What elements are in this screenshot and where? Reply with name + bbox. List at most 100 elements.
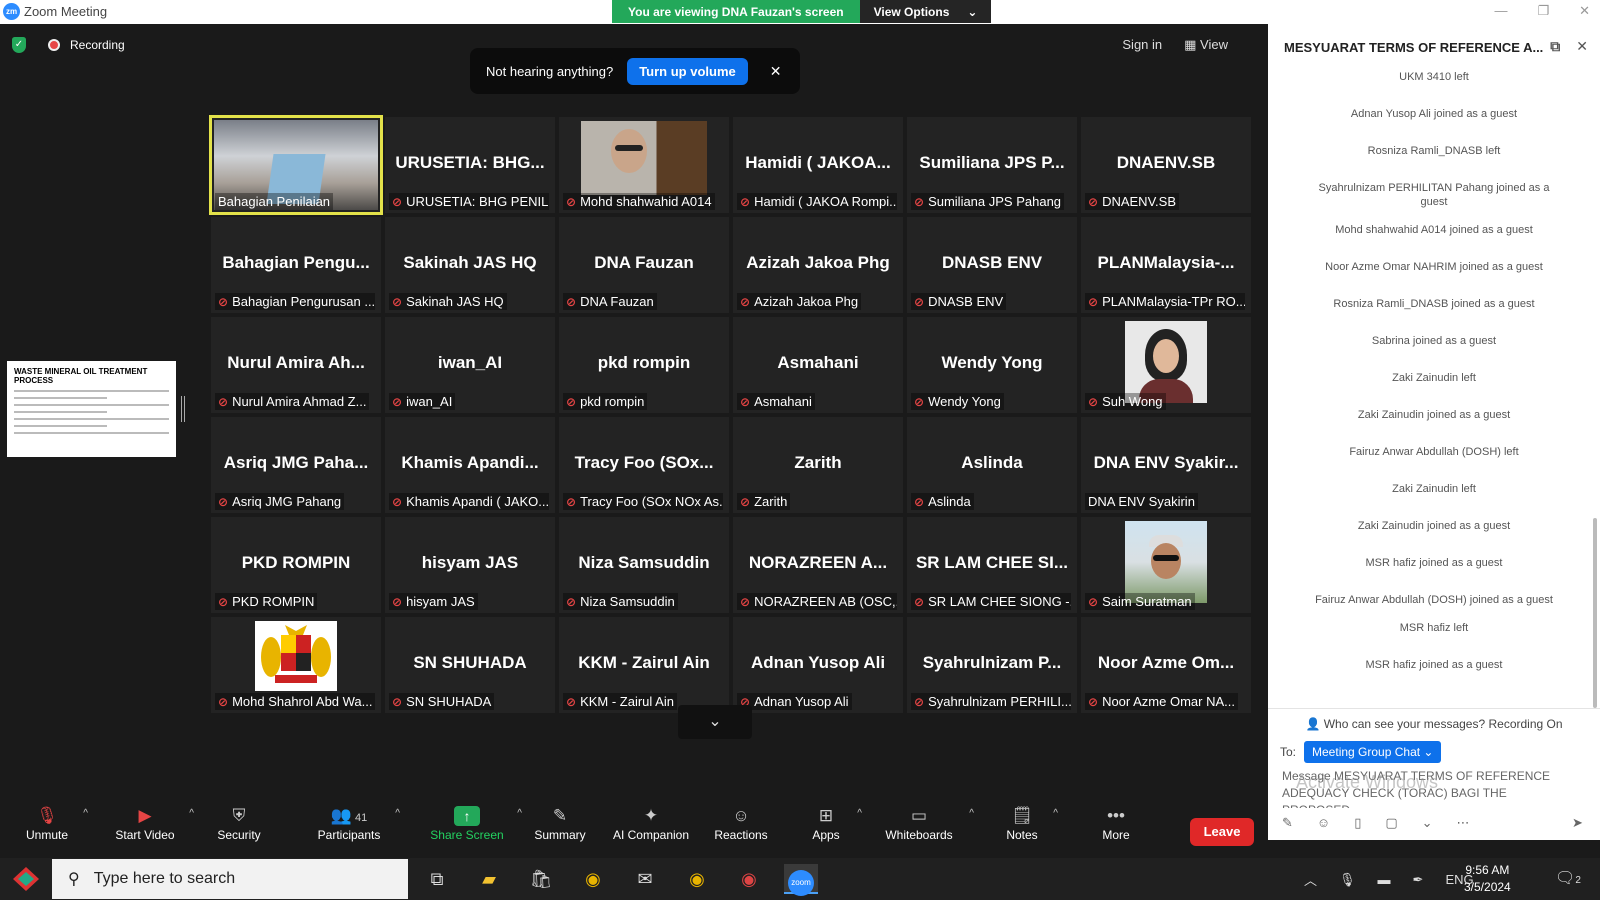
chrome-profile-r-icon[interactable]: ◉	[732, 864, 766, 894]
participant-tile[interactable]: DNA Fauzan ⊘ DNA Fauzan	[559, 217, 729, 313]
emoji-icon[interactable]: ☺	[1317, 815, 1330, 831]
file-explorer-icon[interactable]: ▰	[472, 864, 506, 894]
minimize-icon[interactable]: —	[1494, 3, 1507, 19]
participant-tile[interactable]: Bahagian Pengu... ⊘ Bahagian Pengurusan ..…	[211, 217, 381, 313]
participants-button[interactable]: 👥 41 Participants ^	[314, 804, 400, 842]
caret-up-icon[interactable]: ^	[83, 808, 88, 819]
shared-screen-thumbnail[interactable]: WASTE MINERAL OIL TREATMENT PROCESS	[7, 361, 176, 457]
microphone-icon[interactable]: 🎙	[1339, 872, 1356, 888]
participant-name: Asriq JMG Pahang	[232, 494, 342, 509]
participant-tile[interactable]: iwan_AI ⊘ iwan_AI	[385, 317, 555, 413]
pen-icon[interactable]: ✒	[1413, 872, 1424, 888]
recipient-dropdown[interactable]: Meeting Group Chat ⌄	[1304, 741, 1442, 763]
apps-button[interactable]: ⊞ Apps ^	[806, 804, 862, 842]
caret-up-icon[interactable]: ^	[395, 808, 400, 819]
unmute-button[interactable]: 🎙 Unmute ^	[22, 804, 88, 842]
screenshot-icon[interactable]: ▢	[1385, 815, 1397, 831]
whiteboards-button[interactable]: ▭ Whiteboards ^	[880, 804, 974, 842]
share-screen-button[interactable]: ↑ Share Screen ^	[428, 804, 522, 842]
participant-tile[interactable]: KKM - Zairul Ain ⊘ KKM - Zairul Ain	[559, 617, 729, 713]
participant-tile[interactable]: Asmahani ⊘ Asmahani	[733, 317, 903, 413]
security-button[interactable]: ⛨ Security	[214, 804, 264, 842]
participant-tile[interactable]: pkd rompin ⊘ pkd rompin	[559, 317, 729, 413]
participant-tile[interactable]: PLANMalaysia-... ⊘ PLANMalaysia-TPr RO...	[1081, 217, 1251, 313]
participant-tile[interactable]: ⊘ Mohd shahwahid A014	[559, 117, 729, 213]
caret-up-icon[interactable]: ^	[857, 808, 862, 819]
clock[interactable]: 9:56 AM 3/5/2024	[1464, 862, 1511, 896]
resize-handle[interactable]	[181, 396, 185, 422]
pop-out-icon[interactable]: ⧉	[1550, 38, 1560, 55]
participant-tile[interactable]: DNA ENV Syakir... DNA ENV Syakirin	[1081, 417, 1251, 513]
close-icon[interactable]: ✕	[770, 63, 782, 80]
view-options-button[interactable]: View Options ⌄	[859, 0, 992, 23]
participant-tile[interactable]: Asriq JMG Paha... ⊘ Asriq JMG Pahang	[211, 417, 381, 513]
file-icon[interactable]: ▯	[1354, 815, 1361, 831]
sign-in-button[interactable]: Sign in	[1122, 37, 1162, 53]
participant-tile[interactable]: Tracy Foo (SOx... ⊘ Tracy Foo (SOx NOx As.…	[559, 417, 729, 513]
turn-up-volume-button[interactable]: Turn up volume	[627, 57, 748, 85]
chat-scrollbar[interactable]	[1593, 518, 1597, 708]
close-icon[interactable]: ✕	[1576, 38, 1588, 55]
participant-name-display: Noor Azme Om...	[1097, 653, 1235, 672]
start-menu-icon[interactable]	[6, 864, 46, 894]
participant-tile[interactable]: Bahagian Penilaian	[209, 115, 383, 215]
summary-button[interactable]: ✎ Summary	[530, 804, 590, 842]
task-view-icon[interactable]: ⧉	[420, 864, 454, 894]
notes-button[interactable]: 🗒 Notes ^	[1002, 804, 1058, 842]
encryption-shield-icon[interactable]: ✓	[12, 37, 26, 53]
chrome-icon[interactable]: ◉	[576, 864, 610, 894]
next-page-chevron-icon[interactable]: ⌄	[678, 705, 752, 739]
participant-tile[interactable]: Adnan Yusop Ali ⊘ Adnan Yusop Ali	[733, 617, 903, 713]
reactions-button[interactable]: ☺ Reactions	[710, 804, 772, 842]
participant-tile[interactable]: Niza Samsuddin ⊘ Niza Samsuddin	[559, 517, 729, 613]
participant-tile[interactable]: Zarith ⊘ Zarith	[733, 417, 903, 513]
participant-tile[interactable]: ⊘ Suh Wong	[1081, 317, 1251, 413]
participant-tile[interactable]: SN SHUHADA ⊘ SN SHUHADA	[385, 617, 555, 713]
more-button[interactable]: ••• More	[1096, 804, 1136, 842]
participant-tile[interactable]: DNASB ENV ⊘ DNASB ENV	[907, 217, 1077, 313]
chevron-up-icon[interactable]: ︿	[1304, 870, 1317, 889]
view-button[interactable]: ▦ View	[1184, 37, 1228, 53]
send-icon[interactable]: ➤	[1572, 815, 1583, 831]
start-video-button[interactable]: ▶ Start Video ^	[112, 804, 194, 842]
participant-tile[interactable]: Azizah Jakoa Phg ⊘ Azizah Jakoa Phg	[733, 217, 903, 313]
participant-tile[interactable]: Hamidi ( JAKOA... ⊘ Hamidi ( JAKOA Rompi..…	[733, 117, 903, 213]
participant-tile[interactable]: Noor Azme Om... ⊘ Noor Azme Omar NA...	[1081, 617, 1251, 713]
participant-tile[interactable]: hisyam JAS ⊘ hisyam JAS	[385, 517, 555, 613]
participant-tile[interactable]: SR LAM CHEE SI... ⊘ SR LAM CHEE SIONG -...	[907, 517, 1077, 613]
caret-up-icon[interactable]: ^	[969, 808, 974, 819]
caret-up-icon[interactable]: ^	[1053, 808, 1058, 819]
chevron-down-icon[interactable]: ⌄	[1422, 815, 1433, 831]
participant-tile[interactable]: Khamis Apandi... ⊘ Khamis Apandi ( JAKO...	[385, 417, 555, 513]
caret-up-icon[interactable]: ^	[189, 808, 194, 819]
close-icon[interactable]: ✕	[1579, 3, 1590, 19]
maximize-icon[interactable]: ❐	[1537, 3, 1549, 19]
chrome-profile-icon[interactable]: ◉	[680, 864, 714, 894]
participant-tile[interactable]: Sakinah JAS HQ ⊘ Sakinah JAS HQ	[385, 217, 555, 313]
who-can-see-notice[interactable]: 👤 Who can see your messages? Recording O…	[1268, 708, 1600, 738]
notifications-icon[interactable]: 🗨2	[1555, 868, 1581, 888]
recording-label[interactable]: Recording	[70, 38, 125, 52]
zoom-taskbar-icon[interactable]: zoom	[784, 864, 818, 896]
participant-tile[interactable]: Nurul Amira Ah... ⊘ Nurul Amira Ahmad Z...	[211, 317, 381, 413]
participant-tile[interactable]: Aslinda ⊘ Aslinda	[907, 417, 1077, 513]
battery-icon[interactable]: ▬	[1378, 872, 1391, 887]
participant-tile[interactable]: ⊘ Saim Suratman	[1081, 517, 1251, 613]
taskbar-search[interactable]: ⚲ Type here to search	[52, 859, 408, 899]
chat-message-list[interactable]: UKM 3410 left Adnan Yusop Ali joined as a…	[1268, 70, 1600, 710]
participant-tile[interactable]: Wendy Yong ⊘ Wendy Yong	[907, 317, 1077, 413]
ai-companion-button[interactable]: ✦ AI Companion	[608, 804, 694, 842]
mail-icon[interactable]: ✉	[628, 864, 662, 894]
participant-tile[interactable]: Sumiliana JPS P... ⊘ Sumiliana JPS Pahang	[907, 117, 1077, 213]
more-dots-icon[interactable]: ⋯	[1457, 815, 1470, 831]
leave-button[interactable]: Leave	[1190, 818, 1254, 846]
caret-up-icon[interactable]: ^	[517, 808, 522, 819]
participant-tile[interactable]: DNAENV.SB ⊘ DNAENV.SB	[1081, 117, 1251, 213]
participant-tile[interactable]: PKD ROMPIN ⊘ PKD ROMPIN	[211, 517, 381, 613]
participant-tile[interactable]: URUSETIA: BHG... ⊘ URUSETIA: BHG PENIL...	[385, 117, 555, 213]
store-icon[interactable]: 🛍	[524, 864, 558, 894]
format-text-icon[interactable]: ✎	[1282, 815, 1293, 831]
participant-tile[interactable]: NORAZREEN A... ⊘ NORAZREEN AB (OSC,...	[733, 517, 903, 613]
participant-tile[interactable]: ⊘ Mohd Shahrol Abd Wa...	[211, 617, 381, 713]
participant-tile[interactable]: Syahrulnizam P... ⊘ Syahrulnizam PERHILI..…	[907, 617, 1077, 713]
